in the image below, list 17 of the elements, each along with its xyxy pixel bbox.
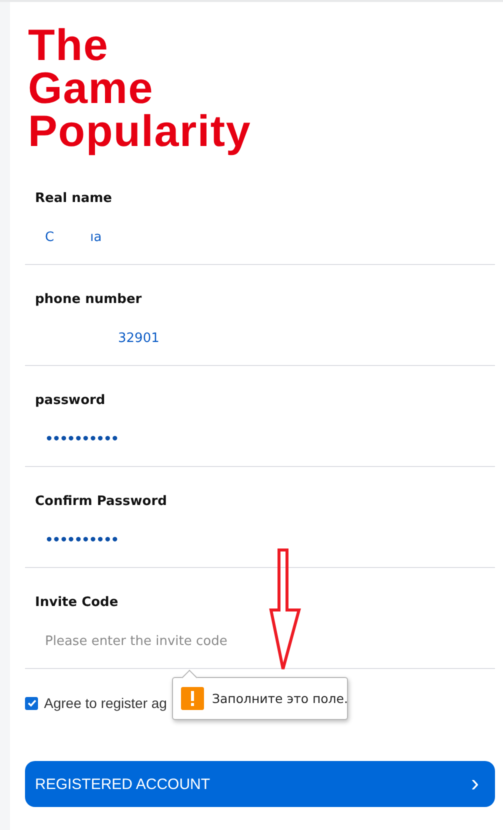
field-label: Confirm Password <box>35 493 167 511</box>
agreement-label: Agree to register ag <box>44 694 167 713</box>
input-field[interactable]: •••••••••• <box>35 430 495 450</box>
field-label: phone number <box>35 291 142 309</box>
logo-text: Game <box>28 67 154 110</box>
input-field[interactable]: •••••••••• <box>35 531 495 551</box>
warning-icon <box>181 687 204 710</box>
field-label: password <box>35 392 106 410</box>
checkbox[interactable] <box>25 696 38 710</box>
input-field[interactable]: Please enter the invite code <box>35 632 495 652</box>
field-label: Real name <box>35 190 112 208</box>
field-label: Invite Code <box>35 594 118 612</box>
register-button[interactable]: REGISTERED ACCOUNT › <box>25 761 495 807</box>
input-field[interactable]: 32901 <box>35 329 495 349</box>
input-field[interactable]: C ıa <box>35 228 495 248</box>
logo-text: Popularity <box>28 110 252 153</box>
logo-text: The <box>28 24 109 67</box>
